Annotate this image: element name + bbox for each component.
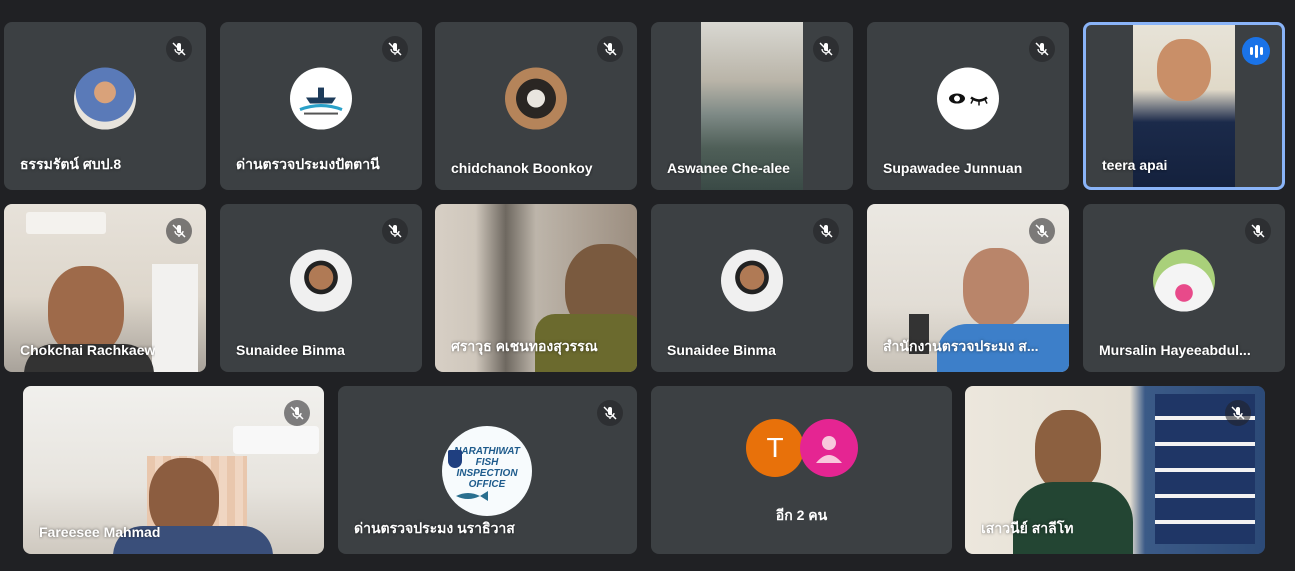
mic-off-icon — [166, 36, 192, 62]
participant-initial-avatar: T — [746, 419, 804, 477]
participant-name: Chokchai Rachkaew — [20, 342, 156, 358]
participant-tile[interactable]: ธรรมรัตน์ ศบป.8 — [4, 22, 206, 190]
participant-tile[interactable]: Supawadee Junnuan — [867, 22, 1069, 190]
participant-name: chidchanok Boonkoy — [451, 160, 593, 176]
participant-tile[interactable]: Sunaidee Binma — [220, 204, 422, 372]
participant-avatar-placeholder — [800, 419, 858, 477]
participant-tile[interactable]: chidchanok Boonkoy — [435, 22, 637, 190]
participant-name: ศราวุธ คเชนทองสุวรรณ — [451, 338, 598, 354]
participant-name: teera apai — [1102, 157, 1168, 173]
mic-off-icon — [1029, 218, 1055, 244]
participant-name: สำนักงานตรวจประมง ส... — [883, 338, 1039, 354]
mic-off-icon — [382, 36, 408, 62]
participant-tile[interactable]: ด่านตรวจประมงปัตตานี — [220, 22, 422, 190]
participant-name: Aswanee Che-alee — [667, 160, 790, 176]
participant-name: Supawadee Junnuan — [883, 160, 1023, 176]
participant-tile[interactable]: สำนักงานตรวจประมง ส... — [867, 204, 1069, 372]
participant-name: ด่านตรวจประมงปัตตานี — [236, 156, 380, 172]
participant-tile[interactable]: Fareesee Mahmad — [23, 386, 324, 554]
others-tile[interactable]: T อีก 2 คน — [651, 386, 952, 554]
avatar — [721, 249, 783, 312]
participant-name: Sunaidee Binma — [667, 342, 776, 358]
participant-tile[interactable]: teera apai — [1083, 22, 1285, 190]
mic-off-icon — [813, 36, 839, 62]
mic-off-icon — [1029, 36, 1055, 62]
participant-name: ด่านตรวจประมง นราธิวาส — [354, 520, 515, 536]
mic-off-icon — [1245, 218, 1271, 244]
avatar — [74, 67, 136, 130]
participant-tile[interactable]: Aswanee Che-alee — [651, 22, 853, 190]
participant-name: Sunaidee Binma — [236, 342, 345, 358]
mic-off-icon — [597, 36, 623, 62]
avatar — [290, 249, 352, 312]
participant-tile[interactable]: Chokchai Rachkaew — [4, 204, 206, 372]
avatar — [1153, 249, 1215, 312]
mic-off-icon — [382, 218, 408, 244]
fish-inspection-logo: NARATHIWAT FISH INSPECTION OFFICE — [442, 426, 532, 516]
mic-off-icon — [813, 218, 839, 244]
participant-name: ธรรมรัตน์ ศบป.8 — [20, 156, 122, 172]
avatar — [937, 67, 999, 130]
others-count-label: อีก 2 คน — [775, 507, 828, 523]
participant-tile[interactable]: ศราวุธ คเชนทองสุวรรณ — [435, 204, 637, 372]
participant-name: Fareesee Mahmad — [39, 524, 161, 540]
participant-name: เสาวนีย์ สาลีโท — [981, 520, 1074, 536]
avatar — [505, 67, 567, 130]
avatar — [290, 67, 352, 130]
participant-tile[interactable]: Mursalin Hayeeabdul... — [1083, 204, 1285, 372]
mic-off-icon — [166, 218, 192, 244]
participant-tile[interactable]: เสาวนีย์ สาลีโท — [965, 386, 1265, 554]
participant-name: Mursalin Hayeeabdul... — [1099, 342, 1251, 358]
speaking-indicator-icon — [1242, 37, 1270, 65]
mic-off-icon — [597, 400, 623, 426]
participant-tile[interactable]: NARATHIWAT FISH INSPECTION OFFICE ด่านตร… — [338, 386, 637, 554]
mic-off-icon — [1225, 400, 1251, 426]
participant-tile[interactable]: Sunaidee Binma — [651, 204, 853, 372]
mic-off-icon — [284, 400, 310, 426]
